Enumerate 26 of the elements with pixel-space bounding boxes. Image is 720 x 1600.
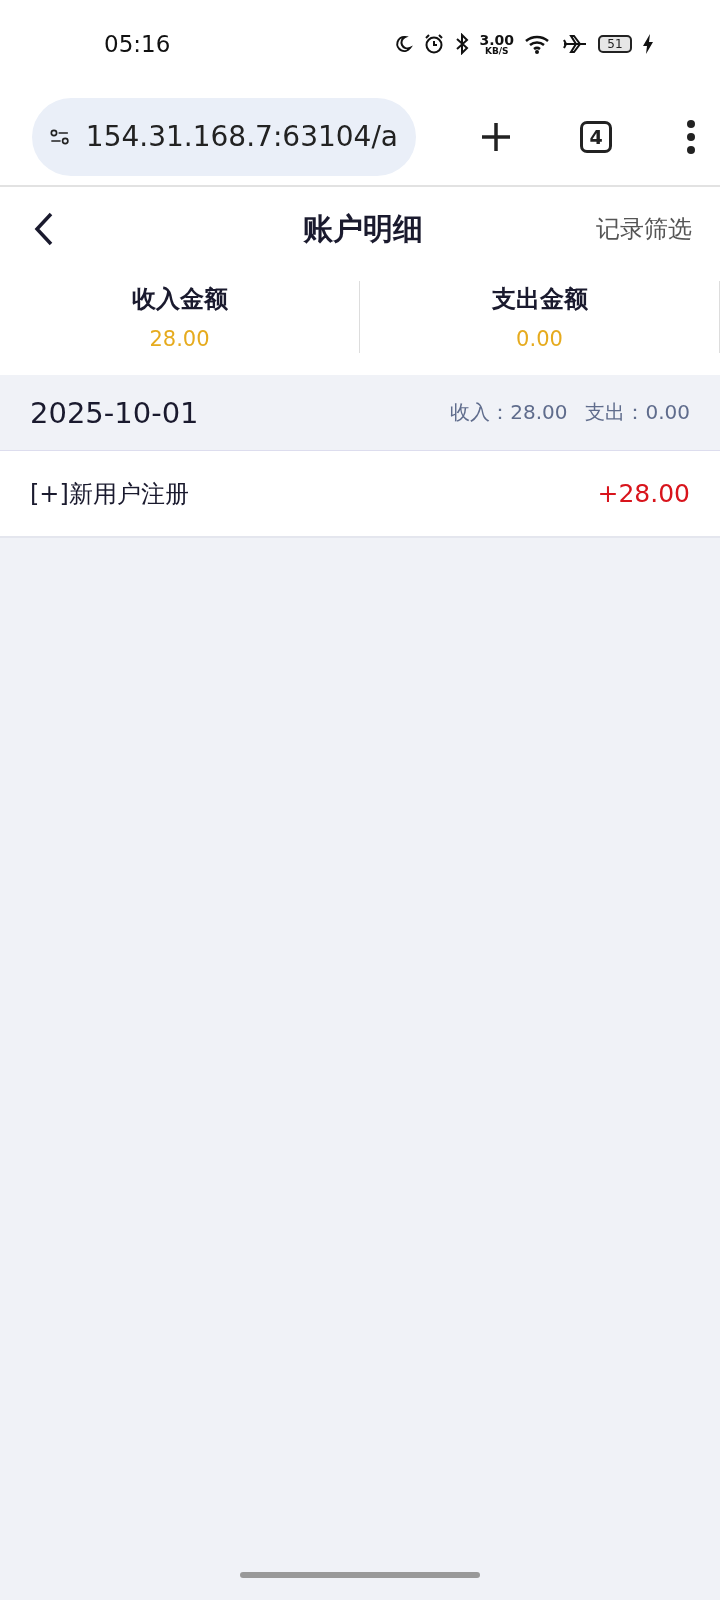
summary-value: 28.00 [149, 327, 210, 351]
moon-icon [393, 34, 414, 54]
speed-value: 3.00 [479, 32, 514, 47]
tab-count-button[interactable]: 4 [580, 120, 612, 153]
back-icon[interactable] [34, 212, 54, 246]
summary-value: 0.00 [516, 327, 563, 351]
speed-unit: KB/S [484, 46, 509, 56]
summary-label: 收入金额 [131, 284, 228, 315]
address-bar[interactable]: 154.31.168.7:63104/a [32, 97, 416, 176]
plus-icon[interactable] [480, 120, 512, 153]
bluetooth-icon [455, 33, 470, 55]
record-row[interactable]: [+]新用户注册 +28.00 [0, 451, 720, 538]
battery-icon: 51 [598, 35, 632, 53]
status-time: 05:16 [104, 31, 172, 57]
record-title: [+]新用户注册 [30, 478, 190, 510]
filter-link[interactable]: 记录筛选 [596, 213, 692, 245]
url-text[interactable]: 154.31.168.7:63104/a [85, 120, 398, 153]
airplane-icon [562, 33, 588, 55]
day-expense: 支出：0.00 [585, 399, 690, 426]
more-menu-icon[interactable] [686, 119, 696, 154]
page-title: 账户明细 [303, 209, 423, 248]
day-income: 收入：28.00 [450, 399, 568, 426]
date-text: 2025-10-01 [30, 395, 200, 430]
charging-icon [642, 33, 654, 55]
summary-label: 支出金额 [491, 284, 588, 315]
record-amount: +28.00 [597, 479, 690, 508]
